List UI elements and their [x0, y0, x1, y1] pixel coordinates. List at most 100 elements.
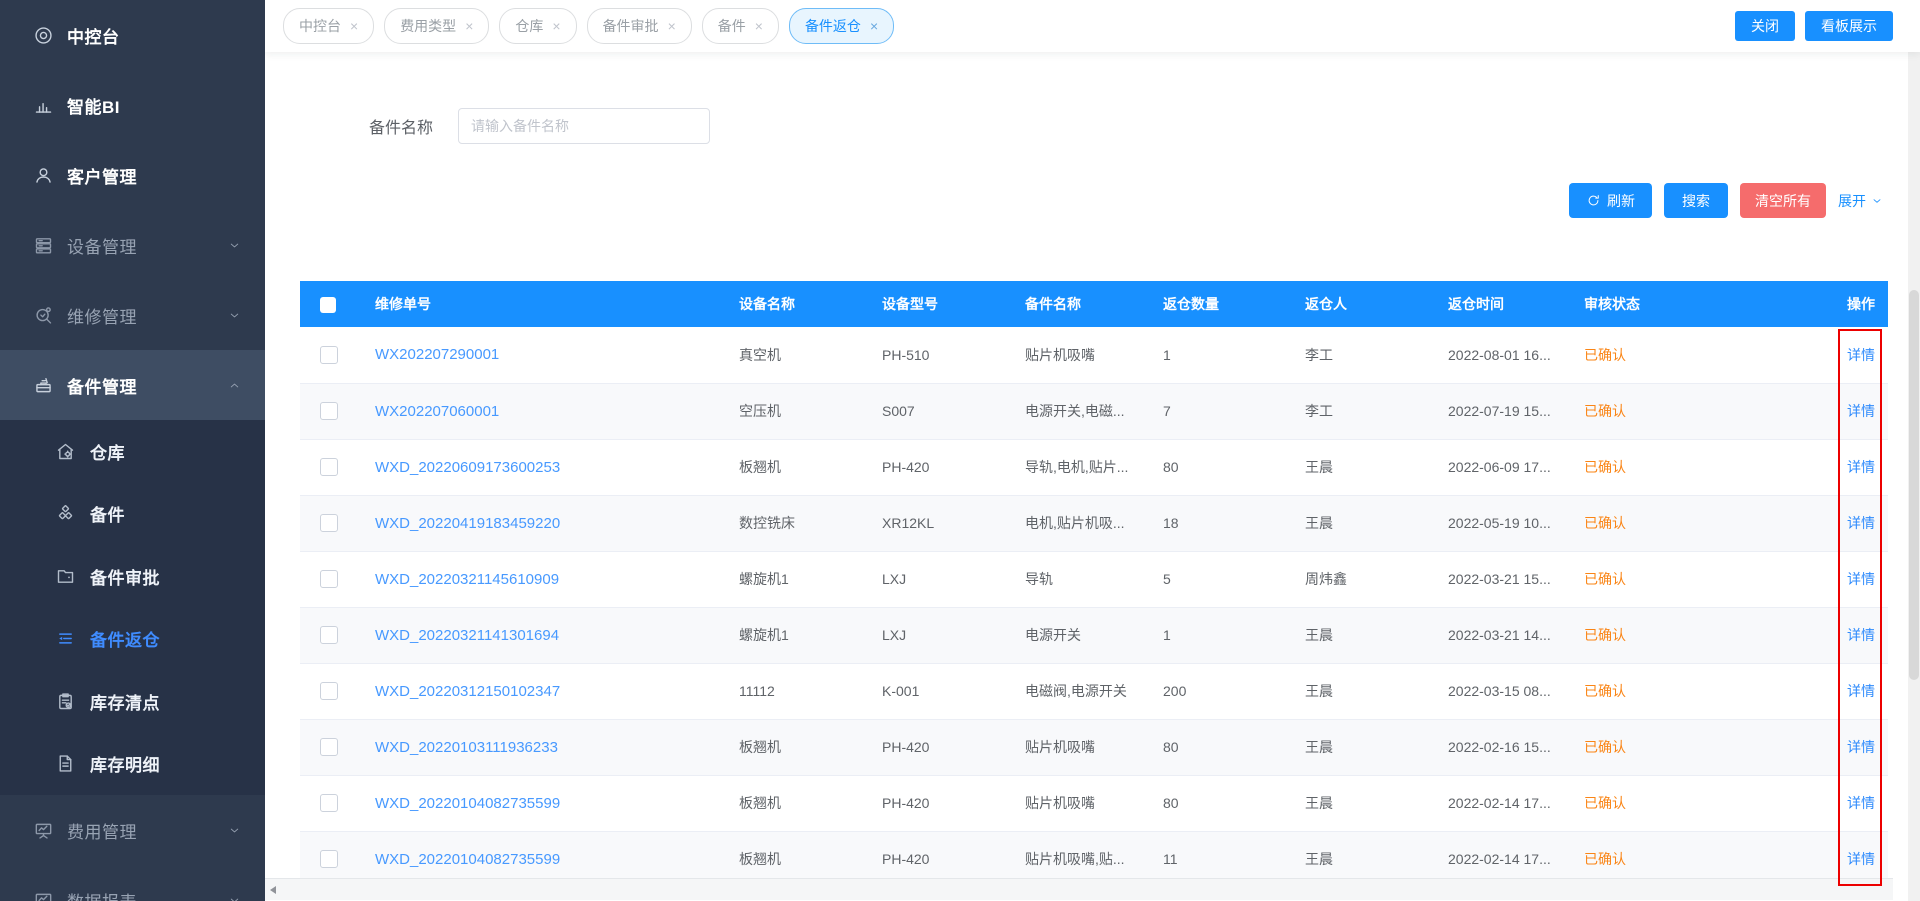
sidebar-item-inventory-detail[interactable]: 库存明细 [0, 733, 265, 796]
tag-备件返仓[interactable]: 备件返仓× [789, 8, 894, 44]
cell: WX202207060001 [363, 383, 727, 439]
row-checkbox[interactable] [320, 682, 338, 700]
row-checkbox[interactable] [320, 570, 338, 588]
row-checkbox[interactable] [320, 346, 338, 364]
cell: 已确认 [1572, 663, 1835, 719]
sidebar-item-warehouse[interactable]: 仓库 [0, 420, 265, 483]
sidebar-item-device-mgmt[interactable]: 设备管理 [0, 210, 265, 280]
detail-link[interactable]: 详情 [1847, 571, 1875, 587]
tag-中控台[interactable]: 中控台× [283, 8, 374, 44]
order-number-link[interactable]: WXD_20220609173600253 [375, 459, 560, 476]
detail-link[interactable]: 详情 [1847, 795, 1875, 811]
order-number-link[interactable]: WXD_20220103111936233 [375, 739, 558, 756]
vertical-scrollbar[interactable] [1908, 52, 1920, 901]
chevron-down-icon [228, 824, 241, 837]
page: 中控台智能BI客户管理设备管理维修管理备件管理仓库备件备件审批备件返仓库存清点库… [0, 0, 1920, 901]
vertical-scrollbar-thumb[interactable] [1909, 290, 1919, 680]
cell: WXD_20220103111936233 [363, 719, 727, 775]
detail-link[interactable]: 详情 [1847, 627, 1875, 643]
cell: 王晨 [1293, 607, 1436, 663]
cell: 板翘机 [727, 439, 870, 495]
order-number-link[interactable]: WX202207060001 [375, 403, 499, 420]
tag-close-icon[interactable]: × [350, 18, 358, 34]
cell: 1 [1151, 607, 1293, 663]
column-header-2: 设备名称 [727, 281, 870, 327]
sidebar-item-spare-mgmt[interactable]: 备件管理 [0, 350, 265, 420]
tag-备件审批[interactable]: 备件审批× [587, 8, 692, 44]
sidebar-item-cost-mgmt[interactable]: 费用管理 [0, 795, 265, 865]
row-checkbox[interactable] [320, 850, 338, 868]
row-checkbox[interactable] [320, 794, 338, 812]
sidebar-item-inventory-check[interactable]: 库存清点 [0, 670, 265, 733]
detail-link[interactable]: 详情 [1847, 459, 1875, 475]
sidebar-item-spare-approval[interactable]: 备件审批 [0, 545, 265, 608]
sidebar-item-customer-mgmt[interactable]: 客户管理 [0, 140, 265, 210]
cell: PH-420 [870, 439, 1013, 495]
order-number-link[interactable]: WXD_20220104082735599 [375, 851, 560, 868]
refresh-button[interactable]: 刷新 [1569, 183, 1652, 218]
detail-link[interactable]: 详情 [1847, 851, 1875, 867]
order-number-link[interactable]: WXD_20220419183459220 [375, 515, 560, 532]
status-text: 已确认 [1584, 851, 1626, 867]
cell: 贴片机吸嘴 [1013, 775, 1151, 831]
sidebar-item-label: 备件 [90, 501, 125, 526]
tag-close-icon[interactable]: × [465, 18, 473, 34]
detail-link[interactable]: 详情 [1847, 683, 1875, 699]
expand-link-label: 展开 [1838, 191, 1866, 211]
order-number-link[interactable]: WXD_20220321145610909 [375, 571, 559, 588]
detail-link[interactable]: 详情 [1847, 403, 1875, 419]
cell: 2022-05-19 10... [1436, 495, 1572, 551]
status-text: 已确认 [1584, 403, 1626, 419]
cell: 详情 [1835, 495, 1888, 551]
cell: 王晨 [1293, 719, 1436, 775]
order-number-link[interactable]: WXD_20220312150102347 [375, 683, 560, 700]
row-checkbox[interactable] [320, 738, 338, 756]
sidebar-item-spare-return[interactable]: 备件返仓 [0, 608, 265, 671]
tag-close-icon[interactable]: × [668, 18, 676, 34]
tag-close-icon[interactable]: × [755, 18, 763, 34]
search-button[interactable]: 搜索 [1664, 183, 1728, 218]
horizontal-scrollbar[interactable] [265, 878, 1893, 900]
sidebar-item-data-report[interactable]: 数据报表 [0, 865, 265, 901]
select-all-checkbox[interactable] [320, 297, 336, 313]
table-row: WXD_20220103111936233板翘机PH-420贴片机吸嘴80王晨2… [300, 719, 1888, 775]
cell-return-time: 2022-05-19 10... [1448, 515, 1551, 531]
chevron-up-icon [228, 379, 241, 392]
tag-仓库[interactable]: 仓库× [499, 8, 576, 44]
part-name-input[interactable] [458, 108, 710, 144]
order-number-link[interactable]: WXD_20220104082735599 [375, 795, 560, 812]
chevron-down-icon [228, 239, 241, 252]
tag-close-icon[interactable]: × [552, 18, 560, 34]
order-number-link[interactable]: WXD_20220321141301694 [375, 627, 559, 644]
device-icon [33, 235, 54, 256]
row-checkbox[interactable] [320, 514, 338, 532]
cell: 电源开关,电磁... [1013, 383, 1151, 439]
detail-link[interactable]: 详情 [1847, 347, 1875, 363]
cell-part-name: 贴片机吸嘴,贴... [1025, 851, 1125, 867]
cell-return-time: 2022-07-19 15... [1448, 403, 1551, 419]
tag-备件[interactable]: 备件× [702, 8, 779, 44]
detail-link[interactable]: 详情 [1847, 515, 1875, 531]
sidebar-item-smart-bi[interactable]: 智能BI [0, 70, 265, 140]
cell: 王晨 [1293, 775, 1436, 831]
cell-return-time: 2022-06-09 17... [1448, 459, 1551, 475]
sidebar-item-repair-mgmt[interactable]: 维修管理 [0, 280, 265, 350]
row-checkbox[interactable] [320, 402, 338, 420]
scroll-left-arrow-icon[interactable] [270, 886, 276, 894]
chevron-down-icon [1871, 195, 1883, 207]
sidebar-item-console[interactable]: 中控台 [0, 0, 265, 70]
order-number-link[interactable]: WX202207290001 [375, 346, 499, 363]
return-table-wrap: 维修单号设备名称设备型号备件名称返仓数量返仓人返仓时间审核状态操作 WX2022… [300, 281, 1888, 888]
tag-费用类型[interactable]: 费用类型× [384, 8, 489, 44]
tag-close-icon[interactable]: × [870, 18, 878, 34]
close-button[interactable]: 关闭 [1735, 11, 1795, 41]
cell-return-qty: 1 [1163, 347, 1171, 363]
clear-all-button[interactable]: 清空所有 [1740, 183, 1826, 218]
sidebar-item-spare-part[interactable]: 备件 [0, 483, 265, 546]
row-checkbox[interactable] [320, 458, 338, 476]
row-checkbox[interactable] [320, 626, 338, 644]
cell-return-time: 2022-03-15 08... [1448, 683, 1551, 699]
detail-link[interactable]: 详情 [1847, 739, 1875, 755]
expand-link[interactable]: 展开 [1838, 191, 1883, 211]
board-display-button[interactable]: 看板展示 [1805, 11, 1893, 41]
